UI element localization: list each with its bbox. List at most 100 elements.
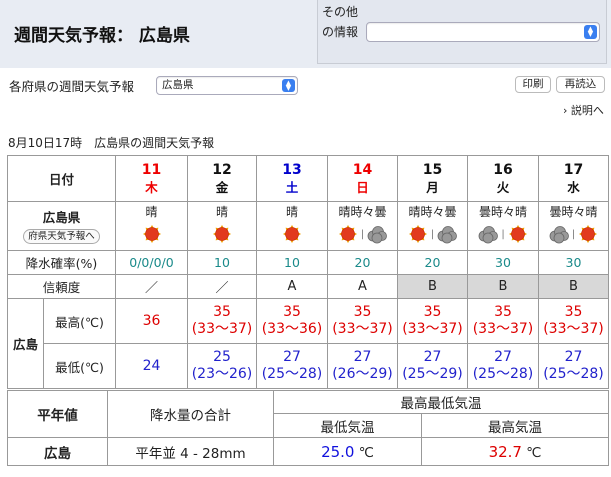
weather-text: 曇時々晴	[549, 205, 598, 219]
weather-icons	[116, 221, 187, 247]
weather-text: 晴	[285, 205, 298, 219]
max-temp-cell: 35 (33～37)	[397, 298, 468, 344]
weather-icons: |	[468, 221, 538, 247]
icon-separator: |	[501, 228, 505, 240]
temp-range: (33～37)	[402, 321, 463, 337]
day-header: 14 日	[327, 155, 398, 202]
reload-button[interactable]: 再読込	[556, 76, 605, 93]
city-label: 広島	[7, 298, 44, 389]
sun-icon	[508, 225, 527, 243]
sun-icon	[579, 225, 598, 243]
normal-precip-value: 平年並 4 - 28mm	[107, 437, 274, 466]
weather-cell: 曇時々晴 |	[538, 201, 609, 251]
weather-text: 晴時々曇	[408, 205, 457, 219]
day-header: 12 金	[187, 155, 257, 202]
min-temp-cell: 27 (25～28)	[467, 343, 539, 389]
normal-min-value: 25.0	[321, 442, 355, 461]
region-select[interactable]: 広島県 ▲ ▼	[156, 76, 298, 95]
weather-icons: |	[539, 221, 608, 247]
reliability-cell: B	[467, 274, 539, 299]
min-temp-cell: 27 (26～29)	[327, 343, 398, 389]
cloud-icon	[549, 226, 569, 244]
print-button[interactable]: 印刷	[515, 76, 551, 93]
day-header: 11 木	[115, 155, 188, 202]
day-weekday: 水	[567, 179, 580, 195]
cloud-icon	[437, 226, 458, 244]
unit: ℃	[526, 444, 542, 461]
date-row: 日付 11 木 12 金 13 土 14 日 15 月 16 火 17 水	[7, 155, 609, 202]
weather-cell: 晴	[256, 201, 328, 251]
temp-range: (25～28)	[543, 366, 604, 382]
weather-row: 広島県 府県天気予報へ 晴 晴 晴 晴時々曇 | 晴時々曇 | 曇時々晴 | 曇時々晴…	[7, 201, 609, 251]
min-temp-cell: 25 (23～26)	[187, 343, 257, 389]
temp-value: 25	[213, 349, 231, 365]
weather-cell: 晴	[187, 201, 257, 251]
temp-value: 35	[494, 304, 512, 320]
day-weekday: 木	[145, 179, 158, 195]
temp-range: (23～26)	[191, 366, 253, 382]
day-weekday: 日	[356, 179, 369, 195]
chevron-updown-icon: ▲ ▼	[282, 79, 295, 92]
day-weekday: 火	[496, 179, 510, 195]
pop-cell: 20	[327, 250, 398, 275]
normal-min-label: 最低気温	[273, 413, 422, 438]
max-temp-cell: 35 (33～37)	[467, 298, 539, 344]
other-info-select[interactable]: ▲ ▼	[366, 22, 600, 42]
day-number: 15	[422, 161, 443, 178]
issued-datetime: 8月10日17時 広島県の週間天気予報	[8, 136, 215, 150]
reliability-cell: ／	[115, 274, 188, 299]
pop-cell: 30	[467, 250, 539, 275]
temp-value: 36	[142, 312, 161, 329]
temp-range: (25～28)	[472, 366, 534, 382]
reliability-cell: B	[538, 274, 609, 299]
temp-range: (25～29)	[402, 366, 463, 382]
temp-range: (26～29)	[332, 366, 393, 382]
area-forecast-button[interactable]: 府県天気予報へ	[23, 228, 100, 244]
normal-values-table: 平年値 降水量の合計 最高最低気温 最低気温 最高気温 広島 平年並 4 - 2…	[7, 390, 609, 466]
forecast-table: 日付 11 木 12 金 13 土 14 日 15 月 16 火 17 水 広島県 府県天気予…	[7, 155, 609, 389]
day-weekday: 月	[426, 179, 439, 195]
reliability-cell: A	[256, 274, 328, 299]
normal-min-cell: 25.0 ℃	[273, 437, 422, 466]
reliability-cell: B	[397, 274, 468, 299]
cloud-icon	[367, 226, 388, 244]
max-temp-label: 最高(℃)	[43, 298, 116, 344]
weather-text: 曇時々晴	[478, 205, 527, 219]
sun-icon	[408, 225, 427, 243]
day-number: 14	[352, 161, 373, 178]
explain-link[interactable]: › 説明へ	[563, 102, 604, 118]
temp-range: (33～37)	[543, 321, 604, 337]
max-temp-cell: 35 (33～36)	[256, 298, 328, 344]
temp-value: 27	[494, 349, 512, 365]
day-header: 15 月	[397, 155, 468, 202]
weather-icons: |	[328, 221, 397, 247]
icon-separator: |	[360, 228, 365, 240]
weather-text: 晴時々曇	[338, 205, 387, 219]
day-number: 17	[563, 161, 584, 178]
min-temp-cell: 24	[115, 343, 188, 389]
normal-max-value: 32.7	[488, 442, 522, 461]
weather-text: 晴	[145, 205, 158, 219]
temp-value: 27	[564, 349, 583, 365]
temp-value: 27	[283, 349, 301, 365]
temp-range: (33～37)	[191, 321, 253, 337]
day-number: 13	[282, 161, 302, 178]
min-temp-label: 最低(℃)	[43, 343, 116, 389]
max-temp-cell: 35 (33～37)	[538, 298, 609, 344]
temp-range: (33～36)	[261, 321, 323, 337]
max-temp-cell: 35 (33～37)	[327, 298, 398, 344]
region-select-label: 各府県の週間天気予報	[9, 79, 135, 94]
day-weekday: 土	[285, 179, 299, 195]
normal-header: 平年値	[7, 390, 108, 438]
day-number: 12	[212, 161, 232, 178]
min-temp-row: 最低(℃) 24 25 (23～26) 27 (25～28) 27 (26～29) 2…	[8, 343, 609, 389]
reliability-row: 信頼度 ／ ／ A A B B B	[7, 274, 609, 299]
max-temp-cell: 36	[115, 298, 188, 344]
date-header: 日付	[7, 155, 116, 202]
min-temp-cell: 27 (25～28)	[256, 343, 328, 389]
temp-range: (33～37)	[332, 321, 393, 337]
normal-max-cell: 32.7 ℃	[421, 437, 609, 466]
pop-cell: 20	[397, 250, 468, 275]
day-header: 13 土	[256, 155, 328, 202]
pop-row: 降水確率(%) 0/0/0/0 10 10 20 20 30 30	[7, 250, 609, 275]
